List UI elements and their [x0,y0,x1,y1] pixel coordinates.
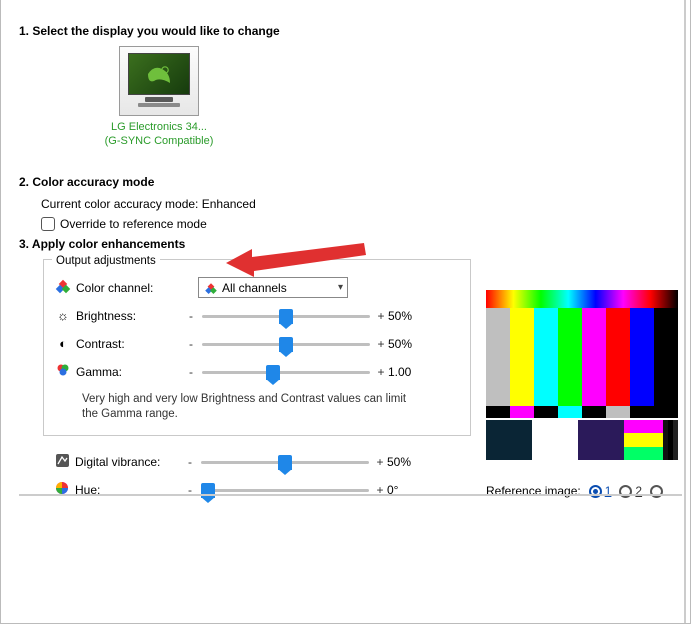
plus-icon: + [374,309,388,323]
hue-label: Hue: [75,483,183,497]
vibrance-slider[interactable] [201,452,369,472]
channel-label: Color channel: [76,281,184,295]
section-2-title: 2. Color accuracy mode [19,175,672,189]
radio-icon [619,485,632,498]
channel-icon [54,280,72,295]
hue-slider[interactable] [201,480,369,500]
plus-icon: + [374,365,388,379]
contrast-icon: ◐ [54,336,72,351]
minus-icon: - [184,365,198,379]
minus-icon: - [184,337,198,351]
hue-icon [53,481,71,498]
brightness-slider[interactable] [202,306,370,326]
radio-icon [589,485,602,498]
channel-value: All channels [222,281,287,295]
section-3-title: 3. Apply color enhancements [19,237,672,251]
brightness-icon: ☼ [54,308,72,323]
gamma-slider[interactable] [202,362,370,382]
override-label: Override to reference mode [60,217,207,231]
brightness-value: 50% [388,309,432,323]
gamma-note: Very high and very low Brightness and Co… [82,392,422,423]
plus-icon: + [373,455,387,469]
output-adjustments-group: Output adjustments Color channel: [43,259,471,436]
contrast-value: 50% [388,337,432,351]
vibrance-label: Digital vibrance: [75,455,183,469]
display-thumbnail[interactable]: LG Electronics 34... (G-SYNC Compatible) [79,46,239,149]
group-legend: Output adjustments [52,255,160,267]
current-accuracy-mode: Current color accuracy mode: Enhanced [41,197,672,211]
reference-image-3[interactable] [650,485,663,498]
gamma-icon [54,363,72,380]
color-channel-select[interactable]: All channels ▾ [198,277,348,298]
section-1-title: 1. Select the display you would like to … [19,24,672,38]
minus-icon: - [183,455,197,469]
plus-icon: + [373,483,387,497]
reference-image-label: Reference image: [486,484,581,498]
hue-value: 0° [387,483,431,497]
monitor-subtitle: (G-SYNC Compatible) [79,134,239,148]
plus-icon: + [374,337,388,351]
monitor-icon [119,46,199,116]
gamma-label: Gamma: [76,365,184,379]
reference-preview: Reference image: 1 2 [486,290,678,498]
reference-image-1[interactable]: 1 [589,484,612,498]
minus-icon: - [183,483,197,497]
vibrance-icon [53,453,71,471]
contrast-label: Contrast: [76,337,184,351]
reference-image-2[interactable]: 2 [619,484,642,498]
monitor-name: LG Electronics 34... [79,120,239,134]
override-checkbox[interactable] [41,217,55,231]
chevron-down-icon: ▾ [338,282,343,293]
minus-icon: - [184,309,198,323]
gamma-value: 1.00 [388,365,432,379]
contrast-slider[interactable] [202,334,370,354]
brightness-label: Brightness: [76,309,184,323]
vibrance-value: 50% [387,455,431,469]
